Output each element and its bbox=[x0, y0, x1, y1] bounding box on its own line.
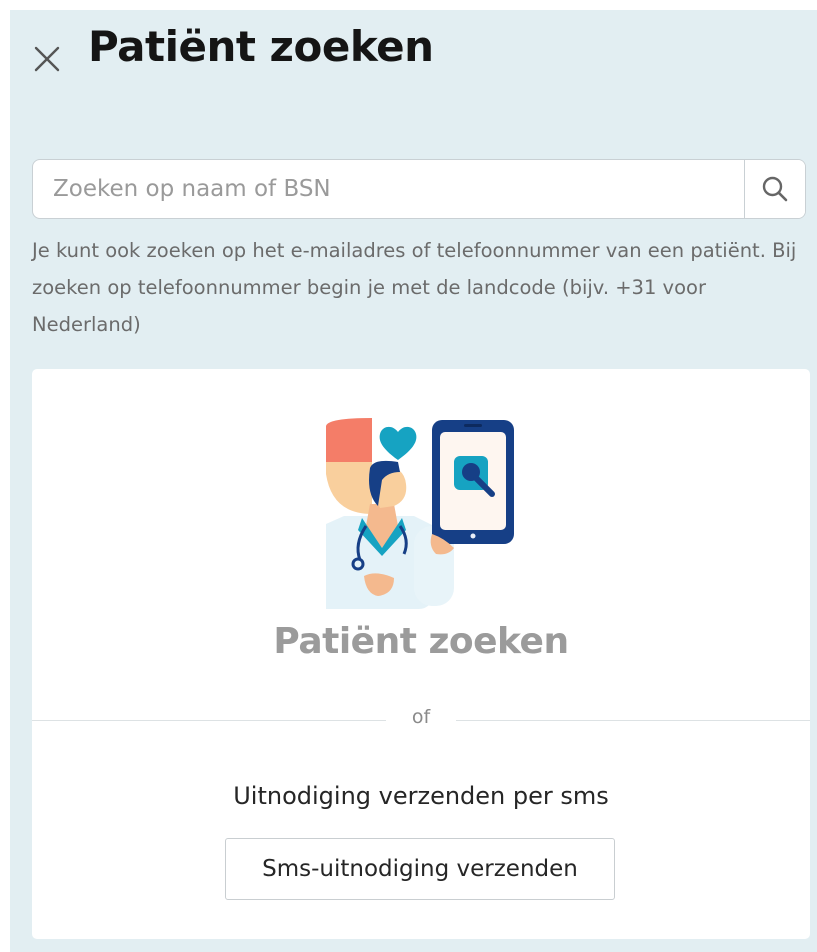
divider-label: of bbox=[386, 706, 456, 728]
search-bar bbox=[32, 159, 806, 219]
send-sms-invite-button[interactable]: Sms-uitnodiging verzenden bbox=[225, 838, 615, 900]
close-button[interactable] bbox=[34, 46, 60, 72]
sms-invite-label: Uitnodiging verzenden per sms bbox=[233, 782, 609, 810]
page-title: Patiënt zoeken bbox=[88, 22, 434, 71]
card-title: Patiënt zoeken bbox=[273, 621, 569, 662]
result-card: Patiënt zoeken of Uitnodiging verzenden … bbox=[32, 369, 810, 939]
search-button[interactable] bbox=[744, 160, 805, 218]
search-icon bbox=[762, 176, 788, 202]
search-input[interactable] bbox=[33, 160, 744, 218]
search-hint-text: Je kunt ook zoeken op het e-mailadres of… bbox=[32, 239, 797, 336]
search-panel: Patiënt zoeken Je kunt ook zoeken op het… bbox=[10, 10, 817, 952]
close-icon bbox=[34, 46, 60, 72]
doctor-with-phone-illustration bbox=[326, 418, 514, 609]
